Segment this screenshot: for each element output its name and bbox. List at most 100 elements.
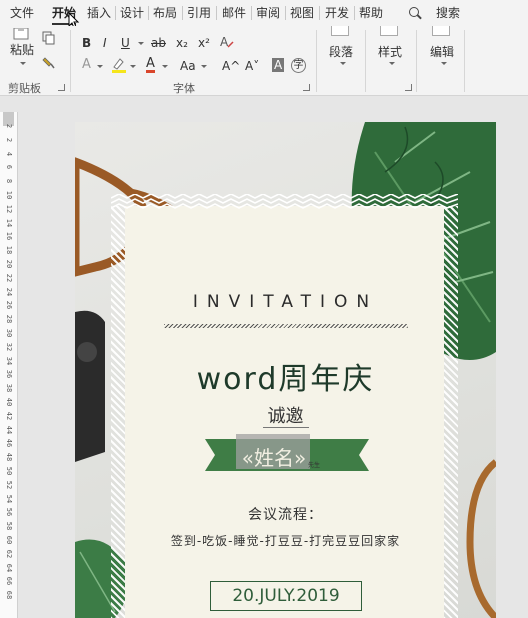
ruler-number: 30 [5,328,13,338]
subscript-button[interactable]: x₂ [176,36,188,50]
group-separator [416,30,417,92]
chevron-down-icon[interactable] [441,62,447,65]
grow-font-button[interactable]: A^ [222,59,240,73]
tab-design[interactable]: 设计 [120,4,144,21]
tab-separator [182,6,183,20]
ruler-number: 54 [5,494,13,503]
clear-formatting-icon[interactable]: A [219,34,235,50]
format-painter-icon[interactable] [42,56,56,70]
enclose-characters-button[interactable]: 字 [291,58,306,73]
search-label[interactable]: 搜索 [436,4,460,21]
ruler-number: 66 [5,577,13,586]
tab-separator [148,6,149,20]
ruler-number: 24 [5,287,13,296]
ruler-number: 46 [5,439,13,448]
clipboard-dialog-launcher[interactable] [58,84,65,91]
clipboard-group-label: 剪贴板 [8,82,41,95]
invitation-sincere: 诚邀 [267,406,304,427]
ruler-number: 12 [5,204,13,214]
svg-text:A: A [220,35,229,49]
ruler-number: 36 [5,370,13,379]
document-page[interactable]: INVITATION word周年庆 诚邀 «姓名» 先生 会议流程： 签到-吃… [75,122,496,618]
ruler-number: 48 [5,452,13,462]
chevron-down-icon[interactable] [138,42,144,45]
group-separator [316,30,317,92]
ruler-number: 2 [5,137,13,142]
font-color-button[interactable]: A [146,57,155,73]
chevron-down-icon[interactable] [201,65,207,68]
chevron-down-icon[interactable] [20,62,26,65]
ruler-number: 14 [5,218,13,227]
chevron-down-icon[interactable] [97,65,103,68]
ruler-number: 38 [5,383,13,393]
chevron-down-icon[interactable] [162,65,168,68]
tab-file[interactable]: 文件 [10,4,34,21]
italic-button[interactable]: I [103,36,107,50]
ruler-number: 22 [5,273,13,283]
ruler-number: 6 [5,165,13,170]
paste-button[interactable]: 粘贴 [10,43,34,57]
search-icon[interactable] [409,7,419,17]
editing-button[interactable]: 编辑 [430,43,454,60]
styles-button[interactable]: 样式 [378,43,402,60]
editing-icon[interactable] [432,26,450,36]
superscript-button[interactable]: x² [198,36,210,50]
merge-field-name[interactable]: «姓名» [234,442,314,471]
ruler-number: 62 [5,549,13,559]
ruler-number: 2 [5,123,13,129]
tab-separator [354,6,355,20]
paragraph-button[interactable]: 段落 [329,43,353,60]
ruler-number: 4 [5,151,13,156]
tab-help[interactable]: 帮助 [359,4,383,21]
title-underline [164,324,408,328]
change-case-button[interactable]: Aa [180,59,196,73]
sincere-underline [263,427,309,428]
tab-mailings[interactable]: 邮件 [222,4,246,21]
ruler-number: 28 [5,314,13,324]
chevron-down-icon[interactable] [389,62,395,65]
paragraph-icon[interactable] [331,26,349,36]
ruler-number: 40 [5,397,13,407]
styles-icon[interactable] [380,26,398,36]
name-suffix: 先生 [308,462,321,469]
tab-view[interactable]: 视图 [290,4,314,21]
character-shading-button[interactable]: A [272,58,285,72]
ruler-number: 60 [5,535,13,545]
ribbon-tabs: 文件 开始 插入 设计 布局 引用 邮件 审阅 视图 开发 帮助 搜索 [0,0,528,29]
tab-separator [216,6,217,20]
tab-insert[interactable]: 插入 [87,4,111,21]
ruler-number: 20 [5,259,13,269]
ruler-number: 42 [5,411,13,421]
highlighter-icon[interactable] [110,56,128,74]
shrink-font-button[interactable]: A˅ [245,59,259,73]
tab-review[interactable]: 审阅 [256,4,280,21]
group-separator [464,30,465,92]
ruler-number: 64 [5,563,13,572]
ribbon: 粘贴 剪贴板 B I U ab x₂ x² A A A Aa A^ A˅ A 字… [0,26,528,96]
vertical-ruler[interactable]: 2 2 4 6 8 10 12 14 16 18 20 22 24 26 28 30 32 34 36 38 40 42 4… [0,112,18,618]
ruler-number: 18 [5,245,13,255]
chevron-down-icon[interactable] [130,65,136,68]
chevron-down-icon[interactable] [340,62,346,65]
tab-layout[interactable]: 布局 [153,4,177,21]
ruler-number: 8 [5,179,13,184]
tab-references[interactable]: 引用 [187,4,211,21]
bold-button[interactable]: B [82,36,91,50]
invitation-heading: word周年庆 [196,362,375,397]
card-zigzag-border [111,194,458,209]
ruler-number: 58 [5,521,13,531]
group-separator [365,30,366,92]
ruler-number: 50 [5,466,13,476]
strikethrough-button[interactable]: ab [151,36,166,50]
ruler-number: 56 [5,508,13,517]
tab-developer[interactable]: 开发 [325,4,349,21]
ruler-number: 52 [5,480,13,490]
ruler-number: 16 [5,232,13,241]
styles-dialog-launcher[interactable] [405,84,412,91]
copy-icon[interactable] [42,31,56,45]
underline-button[interactable]: U [121,36,130,50]
paste-icon[interactable] [12,28,32,40]
text-effects-button[interactable]: A [82,58,91,72]
font-dialog-launcher[interactable] [303,84,310,91]
ruler-number: 26 [5,301,13,310]
